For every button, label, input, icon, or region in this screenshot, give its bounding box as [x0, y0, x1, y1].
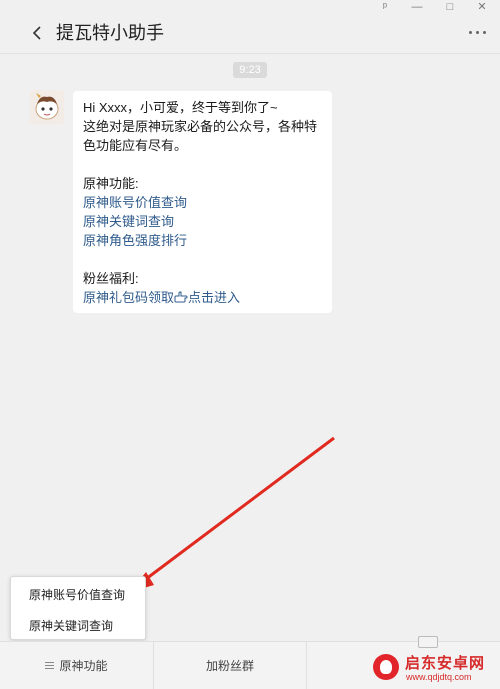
message-line: Hi Xxxx，小可爱，终于等到你了~ — [83, 100, 278, 115]
pin-icon[interactable]: ᵖ — [378, 0, 392, 14]
tab-label: 原神功能 — [59, 659, 108, 673]
message-timestamp: 9:23 — [233, 62, 267, 78]
chat-header: 提瓦特小助手 — [0, 14, 500, 54]
tab-label: 加粉丝群 — [205, 659, 254, 673]
message-line: 色功能应有尽有。 — [83, 138, 188, 153]
popup-menu: 原神账号价值查询 原神关键词查询 — [10, 576, 146, 640]
link-account-value[interactable]: 原神账号价值查询 — [83, 193, 322, 212]
menu-icon — [45, 662, 55, 670]
click-enter-label[interactable]: 点击进入 — [188, 290, 240, 305]
link-gift-code[interactable]: 原神礼包码领取 点击进入 — [83, 288, 322, 307]
close-button[interactable]: ✕ — [475, 0, 489, 14]
pointing-hand-icon — [174, 290, 188, 305]
page-title: 提瓦特小助手 — [56, 23, 164, 43]
minimize-button[interactable]: — — [410, 0, 424, 14]
message-line: 这绝对是原神玩家必备的公众号，各种特 — [83, 119, 318, 134]
watermark: 启东安卓网 www.qdjdtq.com — [365, 648, 497, 686]
link-character-ranking[interactable]: 原神角色强度排行 — [83, 231, 322, 250]
link-keyword-query[interactable]: 原神关键词查询 — [83, 212, 322, 231]
avatar[interactable] — [30, 90, 64, 124]
watermark-name: 启东安卓网 — [405, 655, 486, 672]
message-bubble: Hi Xxxx，小可爱，终于等到你了~ 这绝对是原神玩家必备的公众号，各种特 色… — [73, 91, 332, 313]
chevron-left-icon[interactable] — [30, 22, 46, 44]
popup-item-account-value[interactable]: 原神账号价值查询 — [11, 581, 145, 609]
popup-item-keyword-query[interactable]: 原神关键词查询 — [11, 612, 145, 640]
tab-genshin-features[interactable]: 原神功能 — [0, 642, 153, 689]
gift-code-label[interactable]: 原神礼包码领取 — [83, 290, 174, 305]
watermark-url: www.qdjdtq.com — [406, 672, 472, 682]
more-dots-icon[interactable] — [468, 28, 488, 36]
window-titlebar: ᵖ — □ ✕ — [0, 0, 500, 14]
maximize-button[interactable]: □ — [443, 0, 457, 14]
tab-join-fan-group[interactable]: 加粉丝群 — [154, 642, 306, 689]
section-title-benefits: 粉丝福利: — [83, 271, 139, 286]
keyboard-icon[interactable] — [418, 636, 438, 648]
section-title-features: 原神功能: — [83, 176, 139, 191]
watermark-logo-icon — [373, 654, 399, 680]
